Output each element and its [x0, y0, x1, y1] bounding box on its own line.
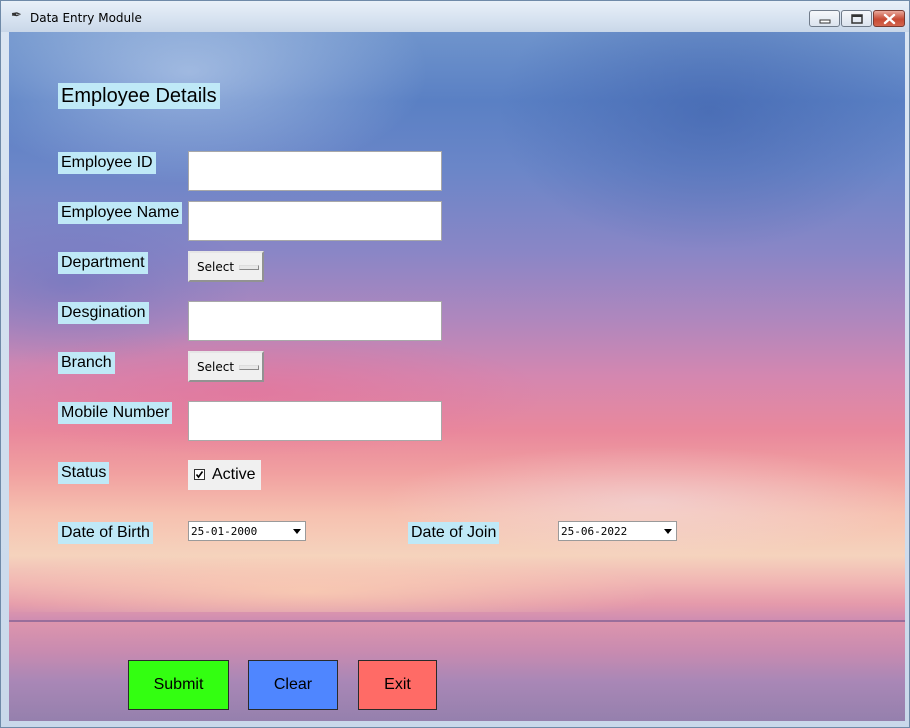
checkbox-box[interactable] [194, 469, 205, 480]
branch-select-value: Select [197, 360, 235, 374]
dropdown-arrow-icon[interactable] [664, 529, 672, 534]
branch-select[interactable]: Select [188, 351, 264, 382]
department-label: Department [58, 252, 148, 274]
employee-id-label: Employee ID [58, 152, 156, 174]
active-checkbox-label: Active [212, 466, 256, 483]
maximize-icon [851, 14, 863, 24]
date-of-birth-picker[interactable]: 25-01-2000 [188, 521, 306, 541]
feather-icon: ✒ [11, 8, 22, 23]
date-of-join-label: Date of Join [408, 522, 500, 544]
designation-input[interactable] [188, 301, 442, 341]
date-of-birth-label: Date of Birth [58, 522, 153, 544]
minimize-button[interactable] [809, 10, 840, 27]
mobile-number-label: Mobile Number [58, 402, 173, 424]
close-button[interactable] [873, 10, 905, 27]
maximize-button[interactable] [841, 10, 872, 27]
submit-button[interactable]: Submit [128, 660, 229, 710]
window-title: Data Entry Module [30, 11, 142, 25]
clear-button[interactable]: Clear [248, 660, 338, 710]
designation-label: Desgination [58, 302, 149, 324]
branch-label: Branch [58, 352, 115, 374]
option-indicator-icon [239, 265, 259, 270]
employee-name-input[interactable] [188, 201, 442, 241]
option-indicator-icon [239, 365, 259, 370]
minimize-icon [819, 19, 831, 24]
form-area: Employee Details Employee ID Employee Na… [9, 32, 905, 721]
close-icon [883, 13, 896, 25]
employee-id-input[interactable] [188, 151, 442, 191]
department-select[interactable]: Select [188, 251, 264, 282]
status-label: Status [58, 462, 110, 484]
title-bar[interactable]: ✒ Data Entry Module [1, 1, 909, 32]
exit-button[interactable]: Exit [358, 660, 437, 710]
department-select-value: Select [197, 260, 235, 274]
employee-name-label: Employee Name [58, 202, 183, 224]
date-of-join-picker[interactable]: 25-06-2022 [558, 521, 677, 541]
date-of-join-value: 25-06-2022 [561, 525, 628, 538]
checkmark-icon [195, 471, 204, 479]
app-window: ✒ Data Entry Module Employee Details Emp… [0, 0, 910, 728]
mobile-number-input[interactable] [188, 401, 442, 441]
active-checkbox[interactable]: Active [188, 460, 261, 490]
date-of-birth-value: 25-01-2000 [191, 525, 258, 538]
form-heading: Employee Details [58, 83, 220, 109]
dropdown-arrow-icon[interactable] [293, 529, 301, 534]
